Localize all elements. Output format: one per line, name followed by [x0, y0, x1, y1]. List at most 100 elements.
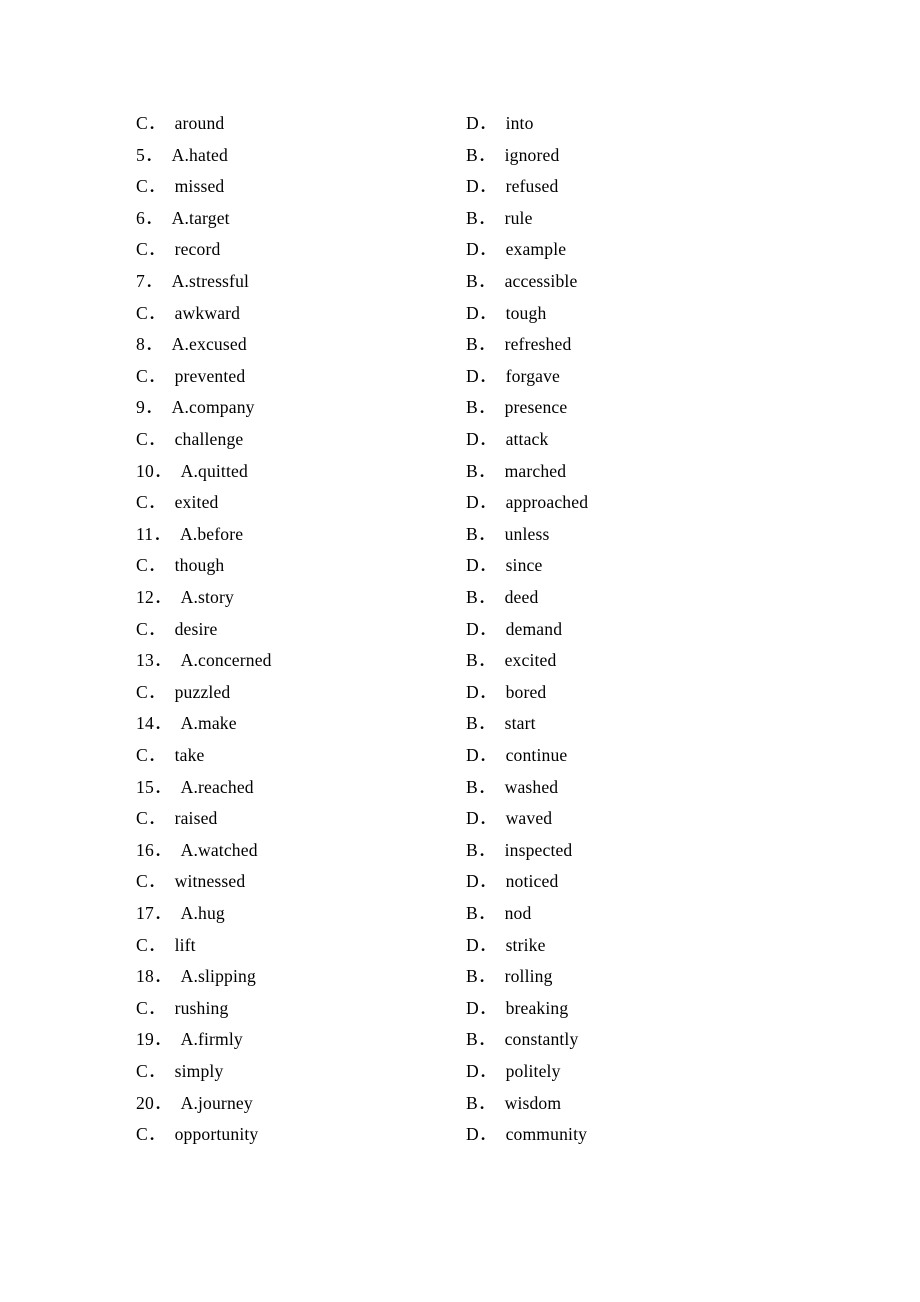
option-value: A.concerned [180, 650, 272, 671]
option-row: C． exited D． approached [0, 487, 920, 519]
option-gap [497, 113, 506, 133]
option-label: C． [136, 429, 166, 449]
option-row: C． though D． since [0, 550, 920, 582]
option-cell-left: C． though [136, 550, 224, 582]
option-gap [496, 903, 505, 923]
option-label: D． [466, 808, 497, 829]
option-value: A.make [180, 713, 237, 734]
option-value: strike [505, 934, 546, 955]
option-row: C． record D． example [0, 234, 920, 266]
option-gap [172, 1029, 181, 1049]
option-value: A.reached [180, 776, 254, 797]
option-label: D． [466, 365, 497, 386]
option-gap [166, 1061, 175, 1081]
option-value: desire [174, 618, 218, 639]
option-label: B． [466, 903, 496, 923]
option-cell-right: B． rolling [466, 961, 553, 993]
option-row: C． desire D． demand [0, 614, 920, 646]
option-row: 12． A.story B． deed [0, 582, 920, 614]
option-cell-right: D． bored [466, 677, 546, 709]
option-cell-left: 5． A.hated [136, 140, 228, 172]
option-value: bored [505, 681, 547, 702]
option-cell-right: B． rule [466, 203, 533, 235]
option-label: C． [136, 492, 166, 513]
option-gap [497, 745, 506, 765]
option-row: C． prevented D． forgave [0, 361, 920, 393]
option-value: community [505, 1124, 588, 1145]
option-label: 15． [136, 776, 172, 797]
option-row: 17． A.hug B． nod [0, 898, 920, 930]
option-row: 6． A.target B． rule [0, 203, 920, 235]
option-gap [172, 587, 181, 607]
option-row: 19． A.firmly B． constantly [0, 1024, 920, 1056]
option-cell-left: 7． A.stressful [136, 266, 249, 298]
option-cell-right: D． example [466, 234, 566, 266]
option-label: B． [466, 460, 496, 481]
option-cell-left: 10． A.quitted [136, 456, 248, 488]
option-label: 13． [136, 650, 172, 671]
option-value: rolling [504, 966, 553, 987]
option-row: C． rushing D． breaking [0, 993, 920, 1025]
option-value: unless [504, 523, 550, 544]
option-value: exited [174, 492, 219, 513]
option-row: 10． A.quitted B． marched [0, 456, 920, 488]
option-value: nod [504, 903, 532, 923]
option-value: rushing [174, 997, 229, 1018]
option-gap [497, 492, 506, 512]
option-value: washed [504, 776, 559, 797]
option-label: D． [466, 745, 497, 765]
option-label: D． [466, 871, 497, 892]
option-label: B． [466, 587, 496, 607]
option-cell-right: B． presence [466, 392, 567, 424]
option-label: C． [136, 997, 166, 1018]
option-value: inspected [504, 839, 573, 860]
option-gap [172, 461, 181, 481]
option-label: B． [466, 1029, 496, 1050]
option-cell-right: B． refreshed [466, 329, 571, 361]
option-label: D． [466, 555, 497, 576]
option-cell-left: 15． A.reached [136, 772, 254, 804]
option-cell-left: C． missed [136, 171, 224, 203]
option-label: 19． [136, 1029, 172, 1050]
option-row: 8． A.excused B． refreshed [0, 329, 920, 361]
option-value: excited [504, 650, 557, 671]
option-cell-right: D． strike [466, 930, 546, 962]
option-value: example [505, 239, 567, 260]
option-label: B． [466, 144, 496, 165]
option-cell-right: B． ignored [466, 140, 559, 172]
option-value: A.hug [180, 903, 225, 923]
option-row: 16． A.watched B． inspected [0, 835, 920, 867]
option-row: 5． A.hated B． ignored [0, 140, 920, 172]
option-label: 18． [136, 966, 172, 987]
option-label: C． [136, 555, 166, 576]
option-cell-left: C． raised [136, 803, 218, 835]
option-value: forgave [505, 365, 561, 386]
option-gap [166, 366, 175, 386]
option-label: 9． [136, 397, 163, 418]
option-cell-left: 16． A.watched [136, 835, 258, 867]
option-gap [166, 429, 175, 449]
option-row: C． take D． continue [0, 740, 920, 772]
option-cell-left: C． awkward [136, 298, 240, 330]
option-cell-left: C． challenge [136, 424, 243, 456]
option-value: waved [505, 808, 553, 829]
option-value: ignored [504, 144, 560, 165]
option-gap [497, 619, 506, 639]
option-value: witnessed [174, 871, 246, 892]
option-cell-right: B． start [466, 708, 536, 740]
option-label: D． [466, 1124, 497, 1145]
option-label: 20． [136, 1092, 172, 1113]
option-cell-left: 11． A.before [136, 519, 243, 551]
option-cell-left: 18． A.slipping [136, 961, 256, 993]
option-value: though [174, 555, 225, 576]
option-gap [166, 239, 175, 259]
option-label: B． [466, 1092, 496, 1113]
option-cell-left: C． lift [136, 930, 196, 962]
option-cell-right: D． into [466, 108, 534, 140]
option-gap [166, 492, 175, 512]
option-value: noticed [505, 871, 559, 892]
option-value: puzzled [174, 681, 231, 702]
option-cell-left: C． witnessed [136, 866, 245, 898]
option-value: lift [174, 934, 196, 955]
option-label: 12． [136, 587, 172, 607]
